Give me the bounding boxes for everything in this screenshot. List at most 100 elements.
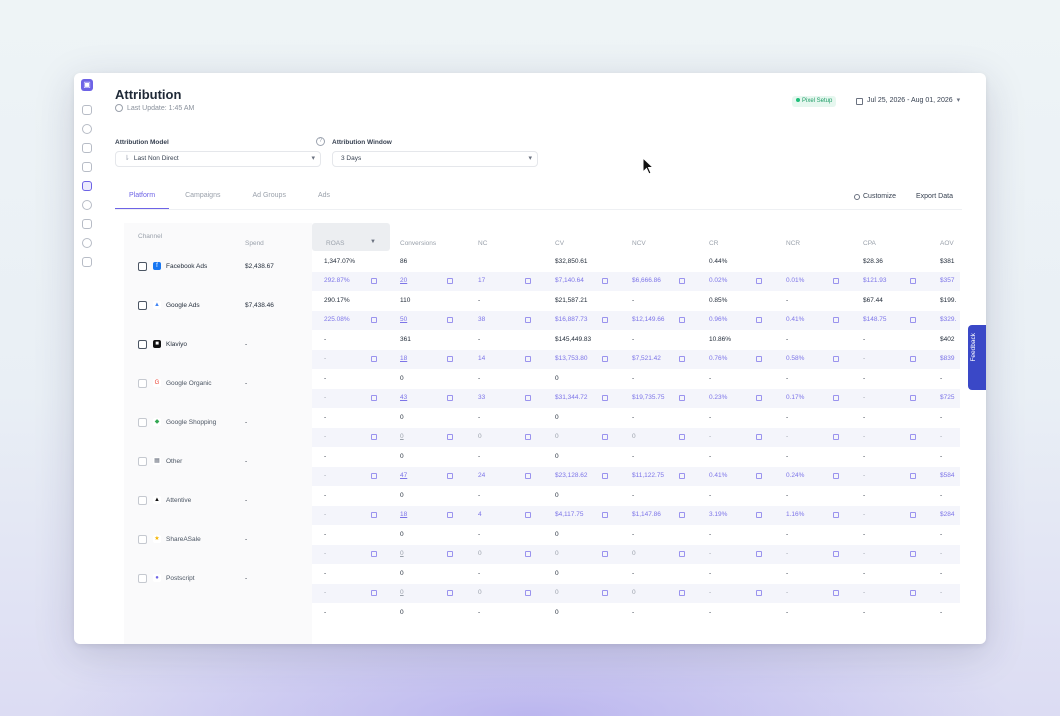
chart-icon[interactable] (82, 162, 92, 172)
row-checkbox[interactable] (138, 340, 147, 349)
layers-icon[interactable] (82, 219, 92, 229)
conversions-cell[interactable]: 0 (400, 589, 404, 596)
conversions-cell[interactable]: 20 (400, 277, 407, 284)
edit-icon[interactable] (525, 356, 531, 362)
channel-name[interactable]: Klaviyo (166, 341, 187, 348)
edit-icon[interactable] (447, 590, 453, 596)
customize-button[interactable]: Customize (854, 193, 896, 200)
conversions-cell[interactable]: 50 (400, 316, 407, 323)
edit-icon[interactable] (756, 434, 762, 440)
tab-platform[interactable]: Platform (115, 186, 170, 210)
edit-icon[interactable] (756, 278, 762, 284)
tab-campaigns[interactable]: Campaigns (169, 186, 236, 210)
channel-row[interactable]: ★ ShareASale - (124, 520, 312, 559)
edit-icon[interactable] (602, 395, 608, 401)
channel-name[interactable]: Attentive (166, 497, 191, 504)
conversions-cell[interactable]: 18 (400, 511, 407, 518)
edit-icon[interactable] (833, 356, 839, 362)
conversions-cell[interactable]: 18 (400, 355, 407, 362)
app-logo[interactable]: ▣ (81, 79, 93, 91)
cr-header[interactable]: CR (709, 240, 718, 247)
edit-icon[interactable] (910, 434, 916, 440)
pixel-status-badge[interactable]: Pixel Setup (792, 96, 837, 107)
edit-icon[interactable] (447, 278, 453, 284)
edit-icon[interactable] (371, 473, 377, 479)
edit-icon[interactable] (910, 512, 916, 518)
edit-icon[interactable] (525, 317, 531, 323)
channel-name[interactable]: Google Ads (166, 302, 200, 309)
conversions-cell[interactable]: 47 (400, 472, 407, 479)
edit-icon[interactable] (833, 434, 839, 440)
edit-icon[interactable] (447, 512, 453, 518)
edit-icon[interactable] (679, 551, 685, 557)
user-icon[interactable] (82, 257, 92, 267)
edit-icon[interactable] (525, 395, 531, 401)
edit-icon[interactable] (447, 356, 453, 362)
row-checkbox[interactable] (138, 262, 147, 271)
spend-header[interactable]: Spend (245, 240, 264, 247)
edit-icon[interactable] (447, 473, 453, 479)
attribution-icon[interactable] (82, 181, 92, 191)
row-checkbox[interactable] (138, 379, 147, 388)
edit-icon[interactable] (525, 473, 531, 479)
edit-icon[interactable] (371, 356, 377, 362)
ncv-header[interactable]: NCV (632, 240, 646, 247)
edit-icon[interactable] (371, 395, 377, 401)
globe-icon[interactable] (82, 200, 92, 210)
channel-name[interactable]: ShareASale (166, 536, 201, 543)
cv-header[interactable]: CV (555, 240, 564, 247)
edit-icon[interactable] (679, 473, 685, 479)
edit-icon[interactable] (833, 551, 839, 557)
edit-icon[interactable] (833, 278, 839, 284)
edit-icon[interactable] (447, 317, 453, 323)
channel-header[interactable]: Channel (138, 233, 162, 240)
edit-icon[interactable] (602, 356, 608, 362)
edit-icon[interactable] (756, 473, 762, 479)
edit-icon[interactable] (833, 317, 839, 323)
window-select[interactable]: 3 Days ▾ (332, 151, 538, 167)
channel-name[interactable]: Other (166, 458, 182, 465)
row-checkbox[interactable] (138, 418, 147, 427)
date-range-picker[interactable]: Jul 25, 2026 - Aug 01, 2026 ▾ (856, 93, 968, 109)
edit-icon[interactable] (756, 317, 762, 323)
channel-row[interactable]: ■ Klaviyo - (124, 325, 312, 364)
row-checkbox[interactable] (138, 535, 147, 544)
edit-icon[interactable] (833, 512, 839, 518)
channel-row[interactable]: ◆ Google Shopping - (124, 403, 312, 442)
edit-icon[interactable] (756, 395, 762, 401)
cloud-icon[interactable] (82, 124, 92, 134)
conversions-cell[interactable]: 0 (400, 433, 404, 440)
channel-name[interactable]: Postscript (166, 575, 195, 582)
edit-icon[interactable] (679, 512, 685, 518)
edit-icon[interactable] (602, 590, 608, 596)
tab-ads[interactable]: Ads (302, 186, 344, 210)
edit-icon[interactable] (525, 278, 531, 284)
edit-icon[interactable] (910, 473, 916, 479)
edit-icon[interactable] (910, 551, 916, 557)
conversions-header[interactable]: Conversions (400, 240, 436, 247)
home-icon[interactable] (82, 105, 92, 115)
sort-desc-icon[interactable]: ▼ (370, 239, 376, 245)
channel-name[interactable]: Facebook Ads (166, 263, 207, 270)
channel-row[interactable]: ▲ Google Ads $7,438.46 (124, 286, 312, 325)
nc-header[interactable]: NC (478, 240, 487, 247)
edit-icon[interactable] (910, 317, 916, 323)
channel-row[interactable]: ▦ Other - (124, 442, 312, 481)
edit-icon[interactable] (756, 590, 762, 596)
edit-icon[interactable] (756, 551, 762, 557)
edit-icon[interactable] (756, 356, 762, 362)
edit-icon[interactable] (602, 551, 608, 557)
edit-icon[interactable] (679, 356, 685, 362)
edit-icon[interactable] (910, 395, 916, 401)
edit-icon[interactable] (371, 551, 377, 557)
ncr-header[interactable]: NCR (786, 240, 800, 247)
edit-icon[interactable] (602, 473, 608, 479)
edit-icon[interactable] (910, 278, 916, 284)
row-checkbox[interactable] (138, 457, 147, 466)
edit-icon[interactable] (833, 473, 839, 479)
edit-icon[interactable] (833, 590, 839, 596)
channel-row[interactable]: ● Postscript - (124, 559, 312, 598)
edit-icon[interactable] (602, 434, 608, 440)
edit-icon[interactable] (525, 590, 531, 596)
edit-icon[interactable] (679, 434, 685, 440)
